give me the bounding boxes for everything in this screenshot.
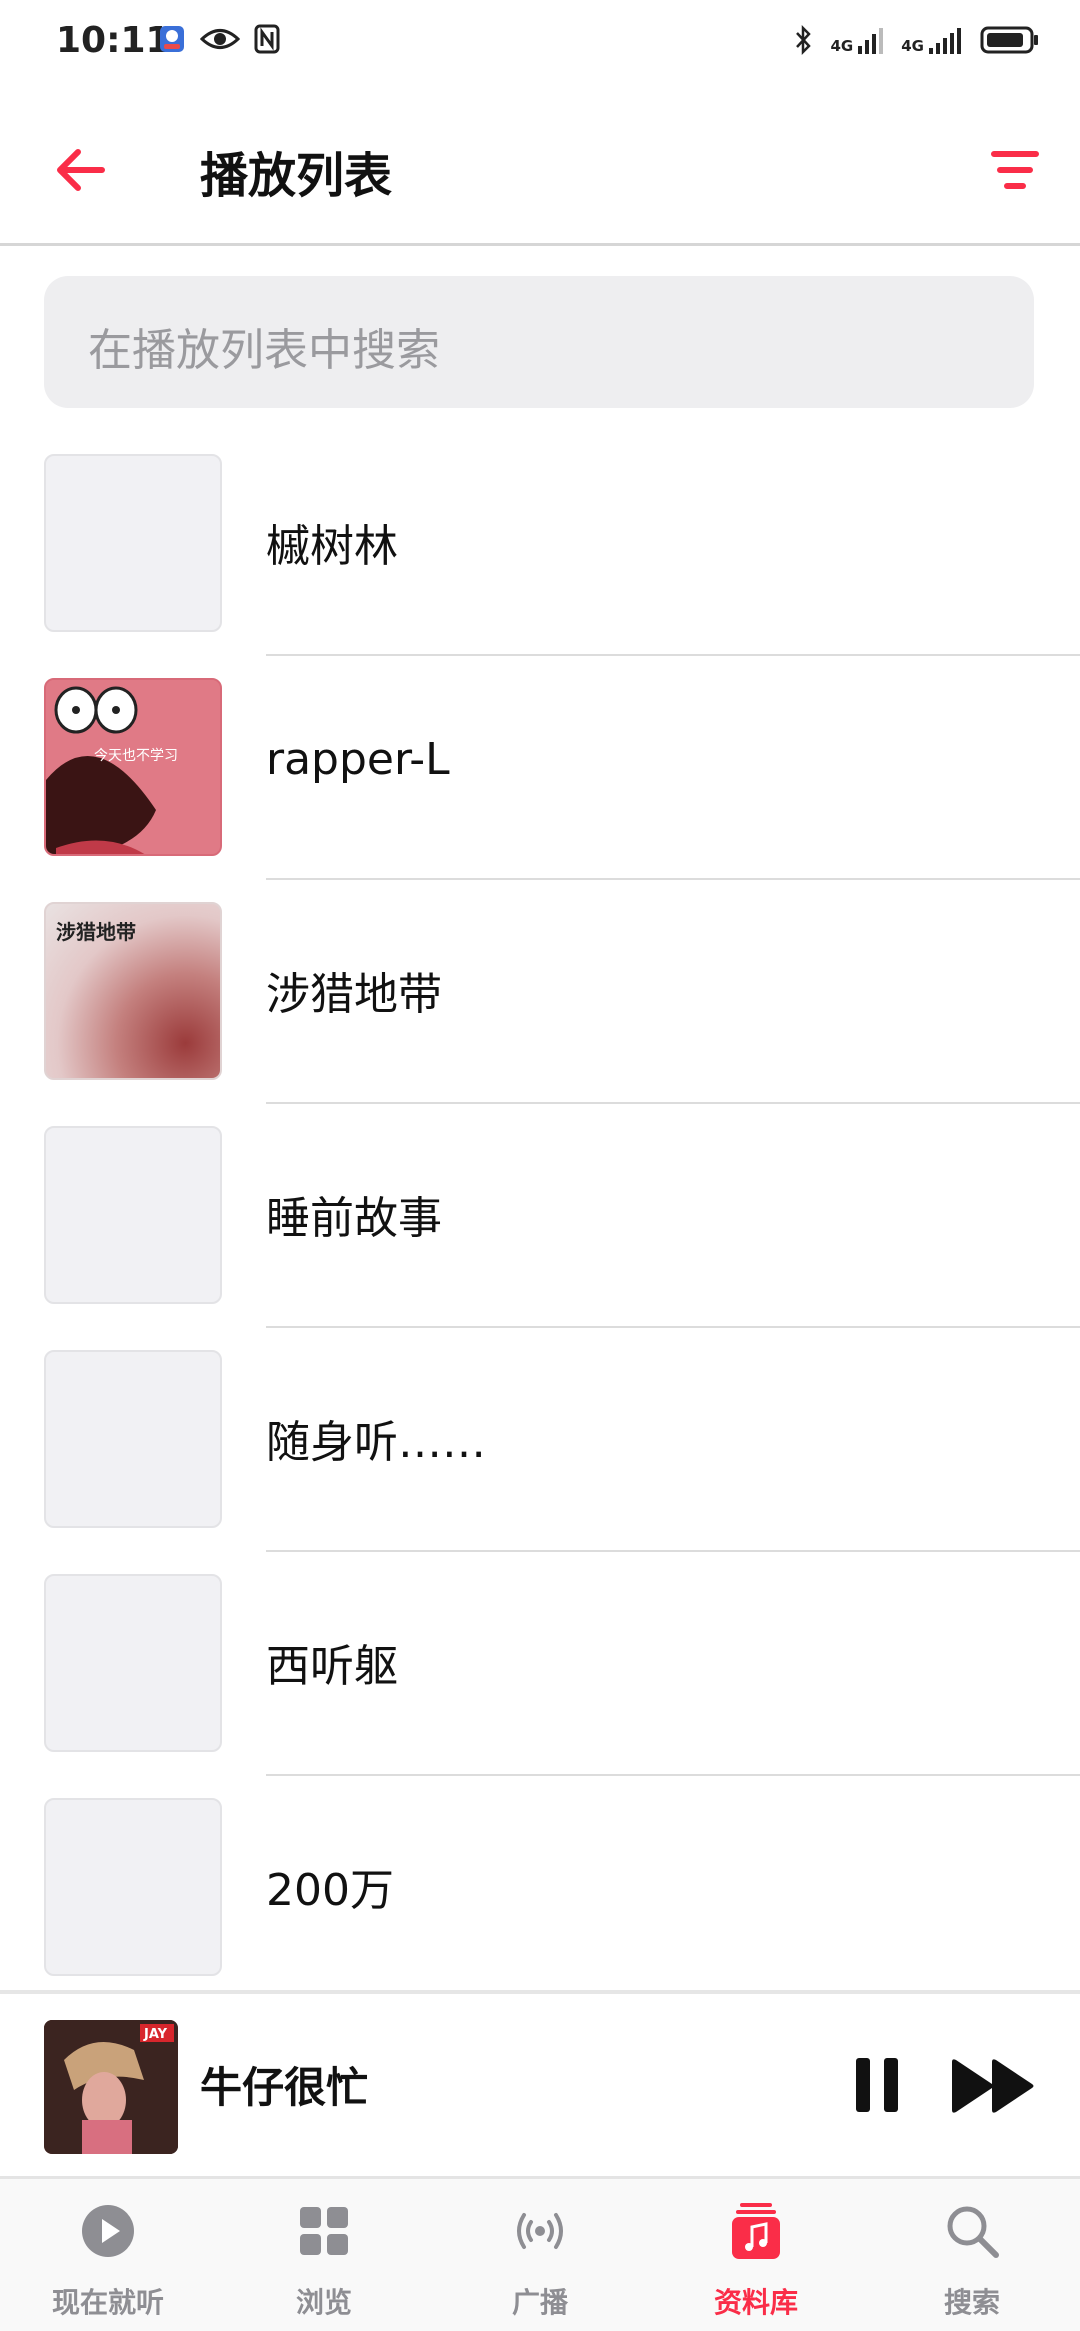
music-library-icon [732,2203,780,2259]
divider [266,1102,1080,1104]
now-playing-title: 牛仔很忙 [200,2063,369,2112]
status-time: 10:11 [56,20,171,61]
tab-label: 现在就听 [51,2286,164,2319]
divider [266,1774,1080,1776]
playlist-list: 槭树林 今天也不学习 rapper-L 涉猎地带 涉猎地带 睡前故事 随身听……… [0,452,1080,2020]
status-bar: 10:11 4G 4G [0,0,1080,90]
playlist-name: 随身听…… [266,1417,486,1468]
list-item[interactable]: 随身听…… [0,1348,1080,1572]
playlist-name: 200万 [266,1865,394,1916]
signal-label-1: 4G [830,37,854,55]
playlist-name: 西听躯 [266,1641,398,1692]
now-playing-artwork: JAY [44,2020,178,2154]
tab-radio[interactable]: 广播 [432,2179,648,2331]
album-cover-icon: JAY [44,2020,178,2154]
tab-listen-now[interactable]: 现在就听 [0,2179,216,2331]
artwork-text: 涉猎地带 [56,920,136,944]
sort-filter-icon[interactable] [990,148,1040,192]
tab-library[interactable]: 资料库 [648,2179,864,2331]
tab-browse[interactable]: 浏览 [216,2179,432,2331]
playlist-artwork-placeholder [44,1126,222,1304]
artwork-text: 今天也不学习 [94,748,178,764]
cell-signal-2: 4G [901,26,962,54]
list-item[interactable]: 200万 [0,1796,1080,2020]
back-arrow-icon[interactable] [50,140,110,200]
playlist-artwork-placeholder [44,1574,222,1752]
search-placeholder: 在播放列表中搜索 [88,325,440,376]
divider [266,878,1080,880]
playlist-name: rapper-L [266,734,450,785]
playlist-artwork-placeholder [44,1798,222,1976]
divider [266,654,1080,656]
playlist-artwork: 涉猎地带 [44,902,222,1080]
status-right-icons: 4G 4G [793,24,1041,56]
radio-broadcast-icon [517,2213,563,2249]
nfc-icon [254,24,280,54]
list-item[interactable]: 槭树林 [0,452,1080,676]
playlist-name: 睡前故事 [266,1193,442,1244]
playlist-artwork-placeholder [44,1350,222,1528]
tab-label: 浏览 [295,2286,352,2319]
playlist-artwork: 今天也不学习 [44,678,222,856]
tab-label: 广播 [511,2286,568,2319]
cartoon-face-icon: 今天也不学习 [46,680,220,854]
status-left-icons [158,24,280,54]
list-item[interactable]: 今天也不学习 rapper-L [0,676,1080,900]
eye-icon [200,29,240,49]
tab-bar: 现在就听 浏览 广播 资料库 搜索 [0,2176,1080,2331]
battery-icon [980,26,1038,54]
header: 播放列表 [0,100,1080,246]
skip-forward-icon[interactable] [950,2058,1036,2114]
signal-label-2: 4G [901,37,924,55]
list-item[interactable]: 睡前故事 [0,1124,1080,1348]
divider [266,1326,1080,1328]
list-item[interactable]: 涉猎地带 涉猎地带 [0,900,1080,1124]
tab-label: 搜索 [943,2286,1000,2319]
grid-icon [300,2207,348,2255]
play-circle-icon [82,2205,134,2257]
now-playing-bar[interactable]: JAY 牛仔很忙 [0,1990,1080,2176]
cell-signal-1: 4G [831,26,884,54]
search-icon [947,2206,999,2258]
playlist-name: 涉猎地带 [266,969,442,1020]
signal-bars-icon [858,28,884,54]
list-item[interactable]: 西听躯 [0,1572,1080,1796]
search-input[interactable]: 在播放列表中搜索 [44,276,1034,408]
pause-icon[interactable] [852,2056,902,2114]
tab-label: 资料库 [713,2286,798,2319]
divider [266,1550,1080,1552]
bluetooth-icon [795,24,811,56]
playlist-name: 槭树林 [266,521,398,572]
playlist-artwork-placeholder [44,454,222,632]
app-notification-icon [160,26,184,52]
signal-bars-icon [929,28,961,54]
tab-search[interactable]: 搜索 [864,2179,1080,2331]
album-badge-text: JAY [143,2027,168,2042]
page-title: 播放列表 [200,148,393,204]
